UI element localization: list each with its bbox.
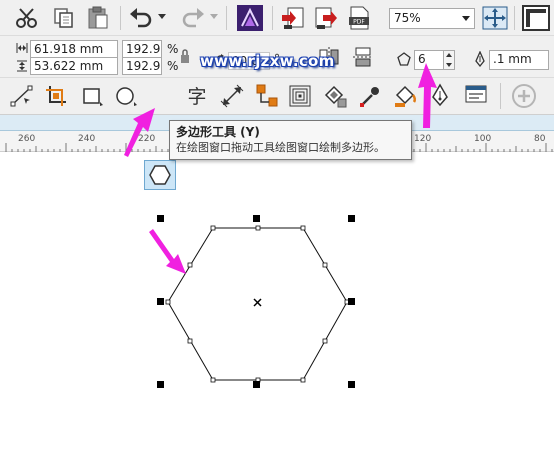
selection-handle-bottom-right[interactable] [348, 381, 355, 388]
selection-handle-top-right[interactable] [348, 215, 355, 222]
width-arrows-icon [16, 43, 28, 53]
standard-toolbar: PDF 75% [0, 0, 554, 36]
outline-width-field[interactable]: .1 mm [489, 50, 549, 70]
ruler-tick-label: 80 [534, 134, 546, 144]
selection-handle-top-center[interactable] [253, 215, 260, 222]
undo-icon[interactable] [128, 6, 154, 30]
ruler-tick-label: 240 [78, 134, 96, 144]
outline-pen-icon [474, 51, 486, 67]
redo-icon[interactable] [180, 6, 206, 30]
node-marker[interactable] [187, 338, 193, 344]
node-marker[interactable] [210, 377, 216, 383]
toolbar-separator [272, 6, 273, 30]
paste-icon[interactable] [86, 5, 110, 31]
ruler-tick-label: 260 [18, 134, 36, 144]
redo-dropdown-icon[interactable] [210, 14, 218, 20]
blend-tool-icon[interactable] [288, 84, 312, 108]
drawing-canvas[interactable] [0, 152, 554, 467]
node-marker[interactable] [165, 299, 171, 305]
ruler-tick-label: 220 [138, 134, 156, 144]
toolbar-separator [500, 83, 501, 109]
selection-handle-middle-right[interactable] [348, 298, 355, 305]
shape-tool-icon[interactable] [10, 84, 34, 108]
mirror-vertical-icon[interactable] [352, 46, 374, 68]
node-marker[interactable] [300, 377, 306, 383]
cut-icon[interactable] [14, 6, 40, 30]
text-tool-icon[interactable]: 字 [184, 83, 210, 109]
transparency-tool-icon[interactable] [322, 83, 348, 109]
node-markers [165, 225, 350, 383]
node-marker[interactable] [187, 262, 193, 268]
scale-x-percent-label: % [167, 42, 179, 56]
rectangle-tool-icon[interactable] [80, 84, 104, 108]
zoom-level-value: 75% [394, 11, 421, 25]
polygon-sides-icon [397, 52, 411, 66]
scale-y-field[interactable]: 192.9 [122, 57, 162, 75]
toolbox: 字 [0, 78, 554, 190]
dimension-tool-icon[interactable] [220, 84, 244, 108]
smart-fill-tool-icon[interactable] [463, 83, 489, 109]
chevron-down-icon [462, 16, 470, 21]
interactive-fill-tool-icon[interactable] [393, 83, 419, 109]
selection-handle-top-left[interactable] [157, 215, 164, 222]
toolbar-separator [226, 6, 227, 30]
node-marker[interactable] [255, 225, 261, 231]
outline-pen-tool-icon[interactable] [428, 83, 452, 109]
toolbar-separator [514, 6, 515, 30]
eyedropper-tool-icon[interactable] [358, 83, 382, 109]
center-marker-icon[interactable] [253, 298, 262, 307]
selection-handle-middle-left[interactable] [157, 298, 164, 305]
crop-tool-icon[interactable] [44, 84, 68, 108]
object-width-field[interactable]: 61.918 mm [30, 40, 118, 58]
selection-handle-bottom-center[interactable] [253, 381, 260, 388]
watermark-text: www.rjzxw.com [200, 52, 335, 70]
scale-y-percent-label: % [167, 59, 179, 73]
node-marker[interactable] [210, 225, 216, 231]
ruler-icon[interactable] [522, 5, 550, 31]
add-tool-icon[interactable] [511, 83, 537, 109]
object-height-field[interactable]: 53.622 mm [30, 57, 118, 75]
connector-tool-icon[interactable] [255, 83, 279, 109]
node-marker[interactable] [322, 338, 328, 344]
ruler-tick-label: 120 [414, 134, 432, 144]
undo-dropdown-icon[interactable] [158, 14, 166, 20]
ellipse-tool-icon[interactable] [114, 84, 138, 108]
selection-handle-bottom-left[interactable] [157, 381, 164, 388]
copy-icon[interactable] [52, 6, 76, 30]
zoom-level-select[interactable]: 75% [389, 8, 475, 29]
lock-ratio-icon[interactable] [180, 48, 190, 64]
search-content-icon[interactable] [236, 4, 264, 32]
scale-x-field[interactable]: 192.9 [122, 40, 162, 58]
publish-pdf-icon[interactable]: PDF [346, 5, 372, 31]
toolbar-separator [120, 6, 121, 30]
hexagon-shape[interactable] [167, 227, 348, 381]
polygon-sides-field[interactable]: 6 [414, 50, 444, 70]
export-icon[interactable] [313, 5, 339, 31]
polygon-sides-stepper[interactable] [443, 50, 455, 70]
node-marker[interactable] [300, 225, 306, 231]
ruler-tick-label: 100 [474, 134, 492, 144]
import-icon[interactable] [280, 5, 306, 31]
height-arrows-icon [17, 60, 27, 72]
node-marker[interactable] [322, 262, 328, 268]
svg-text:PDF: PDF [353, 19, 365, 26]
full-screen-icon[interactable] [482, 6, 508, 30]
svg-text:字: 字 [187, 86, 206, 108]
canvas-drawing [157, 215, 355, 388]
tooltip-title: 多边形工具 (Y) [176, 125, 260, 139]
